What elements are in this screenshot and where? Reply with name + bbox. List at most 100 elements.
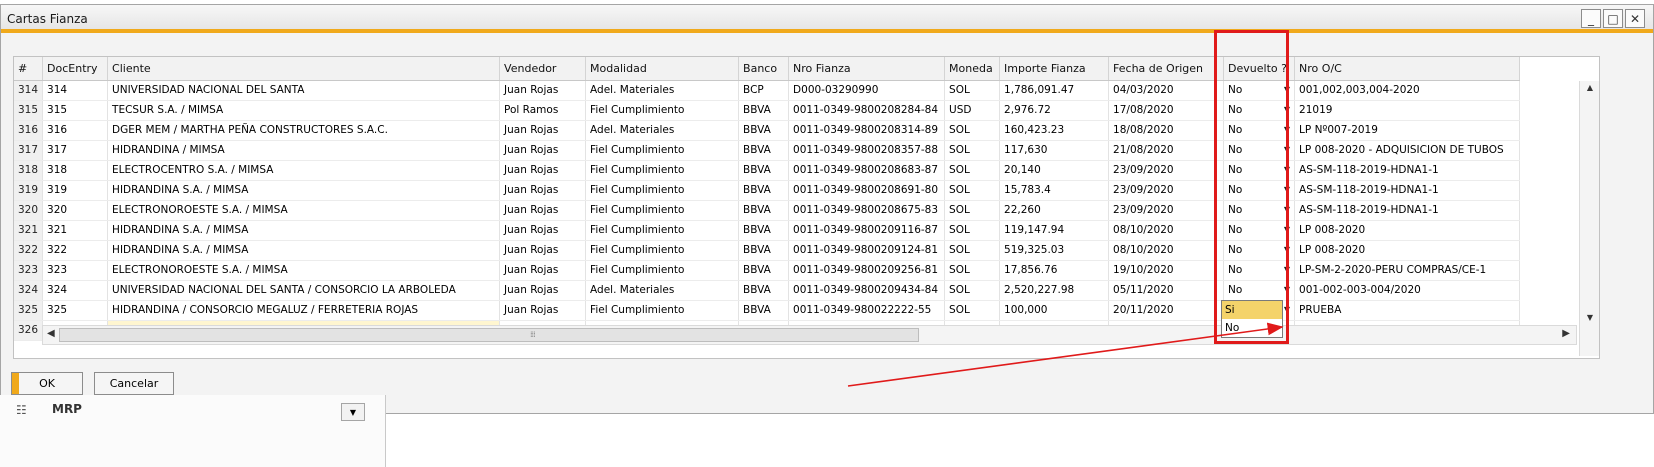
- cell-nro-fianza[interactable]: 0011-0349-9800209434-84: [788, 280, 946, 301]
- cell-doc-entry[interactable]: 317: [42, 140, 109, 161]
- devuelto-dropdown-list[interactable]: Si No: [1221, 300, 1283, 338]
- cell-nro-oc[interactable]: AS-SM-118-2019-HDNA1-1: [1294, 180, 1521, 201]
- cell-fecha-origen[interactable]: 18/08/2020: [1108, 120, 1225, 141]
- cell-cliente[interactable]: ELECTROCENTRO S.A. / MIMSA: [107, 160, 501, 181]
- cell-vendedor[interactable]: Juan Rojas: [499, 240, 587, 261]
- cell-cliente[interactable]: HIDRANDINA S.A. / MIMSA: [107, 220, 501, 241]
- cell-doc-entry[interactable]: 321: [42, 220, 109, 241]
- cell-nro-oc[interactable]: PRUEBA: [1294, 300, 1521, 321]
- cell-banco[interactable]: BBVA: [738, 140, 790, 161]
- cell-vendedor[interactable]: Pol Ramos: [499, 100, 587, 121]
- cell-moneda[interactable]: USD: [944, 100, 1001, 121]
- cell-importe-fianza[interactable]: 17,856.76: [999, 260, 1110, 281]
- dropdown-arrow-icon[interactable]: ▼: [1284, 225, 1290, 234]
- cell-importe-fianza[interactable]: 519,325.03: [999, 240, 1110, 261]
- cell-nro-oc[interactable]: LP-SM-2-2020-PERU COMPRAS/CE-1: [1294, 260, 1521, 281]
- cell-nro-oc[interactable]: 21019: [1294, 100, 1521, 121]
- cell-doc-entry[interactable]: 319: [42, 180, 109, 201]
- cell-vendedor[interactable]: Juan Rojas: [499, 160, 587, 181]
- dropdown-arrow-icon[interactable]: ▼: [1284, 125, 1290, 134]
- cell-nro-fianza[interactable]: 0011-0349-9800208675-83: [788, 200, 946, 221]
- cell-moneda[interactable]: SOL: [944, 180, 1001, 201]
- cell-banco[interactable]: BBVA: [738, 220, 790, 241]
- cell-cliente[interactable]: HIDRANDINA / CONSORCIO MEGALUZ / FERRETE…: [107, 300, 501, 321]
- cell-importe-fianza[interactable]: 160,423.23: [999, 120, 1110, 141]
- cell-vendedor[interactable]: Juan Rojas: [499, 300, 587, 321]
- dropdown-arrow-icon[interactable]: ▼: [1284, 145, 1290, 154]
- cell-nro-fianza[interactable]: 0011-0349-9800209116-87: [788, 220, 946, 241]
- cell-modalidad[interactable]: Fiel Cumplimiento: [585, 260, 740, 281]
- cell-modalidad[interactable]: Fiel Cumplimiento: [585, 240, 740, 261]
- cell-modalidad[interactable]: Fiel Cumplimiento: [585, 140, 740, 161]
- dropdown-arrow-icon[interactable]: ▼: [1284, 165, 1290, 174]
- cell-vendedor[interactable]: Juan Rojas: [499, 120, 587, 141]
- dropdown-arrow-icon[interactable]: ▼: [1284, 205, 1290, 214]
- table-row[interactable]: 322 322 HIDRANDINA S.A. / MIMSA Juan Rojas F…: [14, 240, 1521, 261]
- cell-devuelto[interactable]: No ▼: [1223, 220, 1296, 241]
- cell-fecha-origen[interactable]: 04/03/2020: [1108, 80, 1225, 101]
- cell-modalidad[interactable]: Fiel Cumplimiento: [585, 220, 740, 241]
- scroll-right-icon[interactable]: ▶: [1562, 328, 1570, 339]
- cell-fecha-origen[interactable]: 19/10/2020: [1108, 260, 1225, 281]
- cell-nro-fianza[interactable]: 0011-0349-9800208314-89: [788, 120, 946, 141]
- cell-vendedor[interactable]: Juan Rojas: [499, 180, 587, 201]
- cell-moneda[interactable]: SOL: [944, 200, 1001, 221]
- dropdown-arrow-icon[interactable]: ▼: [1284, 85, 1290, 94]
- dropdown-arrow-icon[interactable]: ▼: [1284, 245, 1290, 254]
- dropdown-option-no[interactable]: No: [1222, 319, 1282, 337]
- cell-modalidad[interactable]: Fiel Cumplimiento: [585, 160, 740, 181]
- cell-nro-fianza[interactable]: D000-03290990: [788, 80, 946, 101]
- cell-nro-oc[interactable]: LP Nº007-2019: [1294, 120, 1521, 141]
- dropdown-arrow-icon[interactable]: ▼: [1284, 105, 1290, 114]
- ok-button[interactable]: OK: [11, 372, 83, 395]
- cell-devuelto[interactable]: No ▼: [1223, 140, 1296, 161]
- cell-devuelto[interactable]: No ▼: [1223, 260, 1296, 281]
- column-header-nro-oc[interactable]: Nro O/C: [1294, 57, 1521, 81]
- table-row[interactable]: 319 319 HIDRANDINA S.A. / MIMSA Juan Rojas F…: [14, 180, 1521, 201]
- cell-fecha-origen[interactable]: 23/09/2020: [1108, 180, 1225, 201]
- cell-cliente[interactable]: UNIVERSIDAD NACIONAL DEL SANTA: [107, 80, 501, 101]
- dropdown-arrow-icon[interactable]: ▼: [1284, 305, 1290, 314]
- column-header-row-number[interactable]: #: [14, 57, 44, 81]
- cell-doc-entry[interactable]: 324: [42, 280, 109, 301]
- cell-modalidad[interactable]: Adel. Materiales: [585, 280, 740, 301]
- cell-fecha-origen[interactable]: 05/11/2020: [1108, 280, 1225, 301]
- horizontal-scrollbar[interactable]: ◀ ⁞⁞⁞ ▶: [42, 325, 1577, 345]
- maximize-icon[interactable]: □: [1603, 9, 1623, 28]
- cell-nro-oc[interactable]: 001,002,003,004-2020: [1294, 80, 1521, 101]
- cell-devuelto[interactable]: No ▼: [1223, 100, 1296, 121]
- cell-fecha-origen[interactable]: 08/10/2020: [1108, 220, 1225, 241]
- cell-cliente[interactable]: TECSUR S.A. / MIMSA: [107, 100, 501, 121]
- cell-moneda[interactable]: SOL: [944, 240, 1001, 261]
- cell-devuelto[interactable]: No ▼: [1223, 200, 1296, 221]
- dropdown-option-si[interactable]: Si: [1222, 301, 1282, 319]
- table-row[interactable]: 316 316 DGER MEM / MARTHA PEÑA CONSTRUCTOR…: [14, 120, 1521, 141]
- cell-importe-fianza[interactable]: 2,520,227.98: [999, 280, 1110, 301]
- cell-vendedor[interactable]: Juan Rojas: [499, 200, 587, 221]
- cell-devuelto[interactable]: No ▼: [1223, 80, 1296, 101]
- cell-importe-fianza[interactable]: 100,000: [999, 300, 1110, 321]
- table-row[interactable]: 320 320 ELECTRONOROESTE S.A. / MIMSA Juan R…: [14, 200, 1521, 221]
- cell-fecha-origen[interactable]: 23/09/2020: [1108, 200, 1225, 221]
- cell-moneda[interactable]: SOL: [944, 80, 1001, 101]
- cell-banco[interactable]: BBVA: [738, 280, 790, 301]
- cell-moneda[interactable]: SOL: [944, 140, 1001, 161]
- cell-moneda[interactable]: SOL: [944, 120, 1001, 141]
- cell-importe-fianza[interactable]: 2,976.72: [999, 100, 1110, 121]
- cell-importe-fianza[interactable]: 1,786,091.47: [999, 80, 1110, 101]
- table-row[interactable]: 325 325 HIDRANDINA / CONSORCIO MEGALUZ / F…: [14, 300, 1521, 321]
- cell-moneda[interactable]: SOL: [944, 260, 1001, 281]
- cell-nro-fianza[interactable]: 0011-0349-980022222-55: [788, 300, 946, 321]
- cell-moneda[interactable]: SOL: [944, 160, 1001, 181]
- cell-doc-entry[interactable]: 320: [42, 200, 109, 221]
- cell-doc-entry[interactable]: 323: [42, 260, 109, 281]
- cell-banco[interactable]: BBVA: [738, 240, 790, 261]
- mrp-dropdown-icon[interactable]: ▼: [341, 403, 365, 421]
- cell-modalidad[interactable]: Adel. Materiales: [585, 80, 740, 101]
- cell-devuelto[interactable]: No ▼: [1223, 280, 1296, 301]
- cell-nro-oc[interactable]: LP 008-2020: [1294, 240, 1521, 261]
- cell-importe-fianza[interactable]: 20,140: [999, 160, 1110, 181]
- dropdown-arrow-icon[interactable]: ▼: [1284, 185, 1290, 194]
- cell-fecha-origen[interactable]: 23/09/2020: [1108, 160, 1225, 181]
- cell-nro-oc[interactable]: AS-SM-118-2019-HDNA1-1: [1294, 200, 1521, 221]
